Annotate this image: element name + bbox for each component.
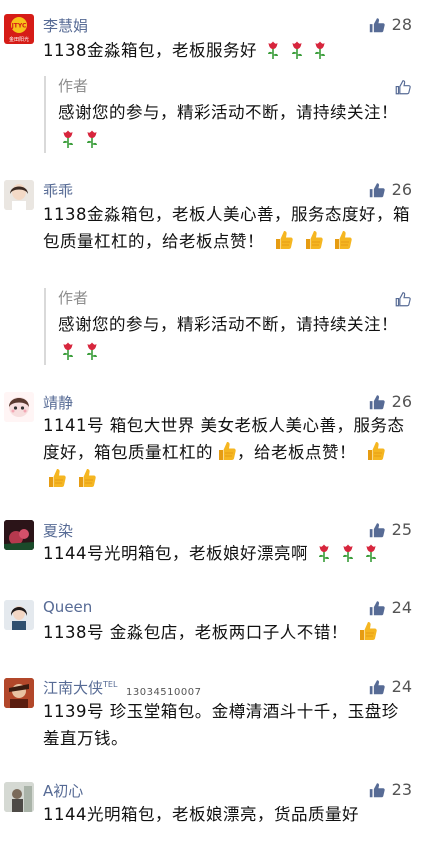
like-count: 23 [391,780,412,799]
like-count: 24 [391,677,412,696]
like-button[interactable]: 26 [368,392,412,411]
like-button[interactable]: 28 [368,15,412,34]
thumbs-up-icon [368,781,386,799]
avatar[interactable] [4,782,34,812]
tel-label: TEL [103,680,118,689]
like-count: 28 [391,15,412,34]
commenter-name[interactable]: 江南大侠TEL [43,677,117,698]
like-count: 26 [391,180,412,199]
avatar[interactable] [4,600,34,630]
avatar[interactable] [4,678,34,708]
avatar[interactable] [4,520,34,550]
rose-emoji [340,543,356,563]
comment-text: 1138号 金淼包店，老板两口子人不错！ [43,619,410,646]
rose-emoji [363,543,379,563]
rose-emoji [84,129,100,149]
thumbs-up-icon [368,393,386,411]
comment-text: 1138金淼箱包，老板服务好 [43,37,410,64]
rose-emoji [60,129,76,149]
phone-number[interactable]: 13034510007 [126,687,202,698]
author-reply: 作者 感谢您的参与，精彩活动不断，请持续关注！ [44,76,410,153]
thumbs-up-emoji [75,467,97,489]
like-button[interactable]: 23 [368,780,412,799]
thumbs-up-icon [368,678,386,696]
thumbs-up-icon [368,181,386,199]
reply-text: 感谢您的参与，精彩活动不断，请持续关注！ [58,311,410,365]
reply-like-icon[interactable] [394,290,412,308]
rose-emoji [312,40,328,60]
thumbs-up-emoji [302,229,324,251]
like-button[interactable]: 26 [368,180,412,199]
comment-text: 1144光明箱包，老板娘漂亮，货品质量好 [43,805,359,824]
thumbs-up-emoji [331,229,353,251]
rose-emoji [60,341,76,361]
commenter-name[interactable]: 李慧娟 [43,15,88,36]
avatar[interactable] [4,392,34,422]
avatar-caption: 金田阳光 [9,36,29,43]
commenter-name[interactable]: A初心 [43,780,83,801]
comment-text: 1144号光明箱包，老板娘好漂亮啊 [43,540,410,567]
avatar[interactable]: JTYC 金田阳光 [4,14,34,44]
rose-emoji [265,40,281,60]
author-reply: 作者 感谢您的参与，精彩活动不断，请持续关注！ [44,288,410,365]
thumbs-up-icon [368,599,386,617]
thumbs-up-icon [368,521,386,539]
like-count: 26 [391,392,412,411]
rose-emoji [316,543,332,563]
commenter-name[interactable]: 乖乖 [43,180,73,201]
comment-feed: JTYC 金田阳光 李慧娟 28 1138金淼箱包，老板服务好 作者 感谢您的参… [0,0,422,846]
avatar[interactable] [4,180,34,210]
comment-text: 1138金淼箱包，老板人美心善，服务态度好，箱包质量杠杠的，给老板点赞！ [43,205,410,251]
reply-author-name: 作者 [58,289,89,307]
rose-emoji [84,341,100,361]
commenter-name[interactable]: Queen [43,598,92,616]
rose-emoji [289,40,305,60]
reply-like-icon[interactable] [394,78,412,96]
thumbs-up-emoji [45,467,67,489]
thumbs-up-icon [368,16,386,34]
like-count: 24 [391,598,412,617]
thumbs-up-emoji [272,229,294,251]
like-button[interactable]: 24 [368,677,412,696]
thumbs-up-emoji [215,440,237,462]
reply-author-name: 作者 [58,77,89,95]
comment-text: 1139号 珍玉堂箱包。金樽清酒斗十千，玉盘珍羞直万钱。 [43,702,399,748]
commenter-name[interactable]: 靖静 [43,392,73,413]
thumbs-up-emoji [364,440,386,462]
thumbs-up-emoji [356,620,378,642]
like-count: 25 [391,520,412,539]
commenter-name[interactable]: 夏染 [43,520,73,541]
like-button[interactable]: 25 [368,520,412,539]
like-button[interactable]: 24 [368,598,412,617]
avatar-logo-text: JTYC [11,23,27,30]
reply-text: 感谢您的参与，精彩活动不断，请持续关注！ [58,99,410,153]
comment-text: 1141号 箱包大世界 美女老板人美心善，服务态度好，箱包质量杠杠的 ，给老板点赞… [43,412,410,493]
